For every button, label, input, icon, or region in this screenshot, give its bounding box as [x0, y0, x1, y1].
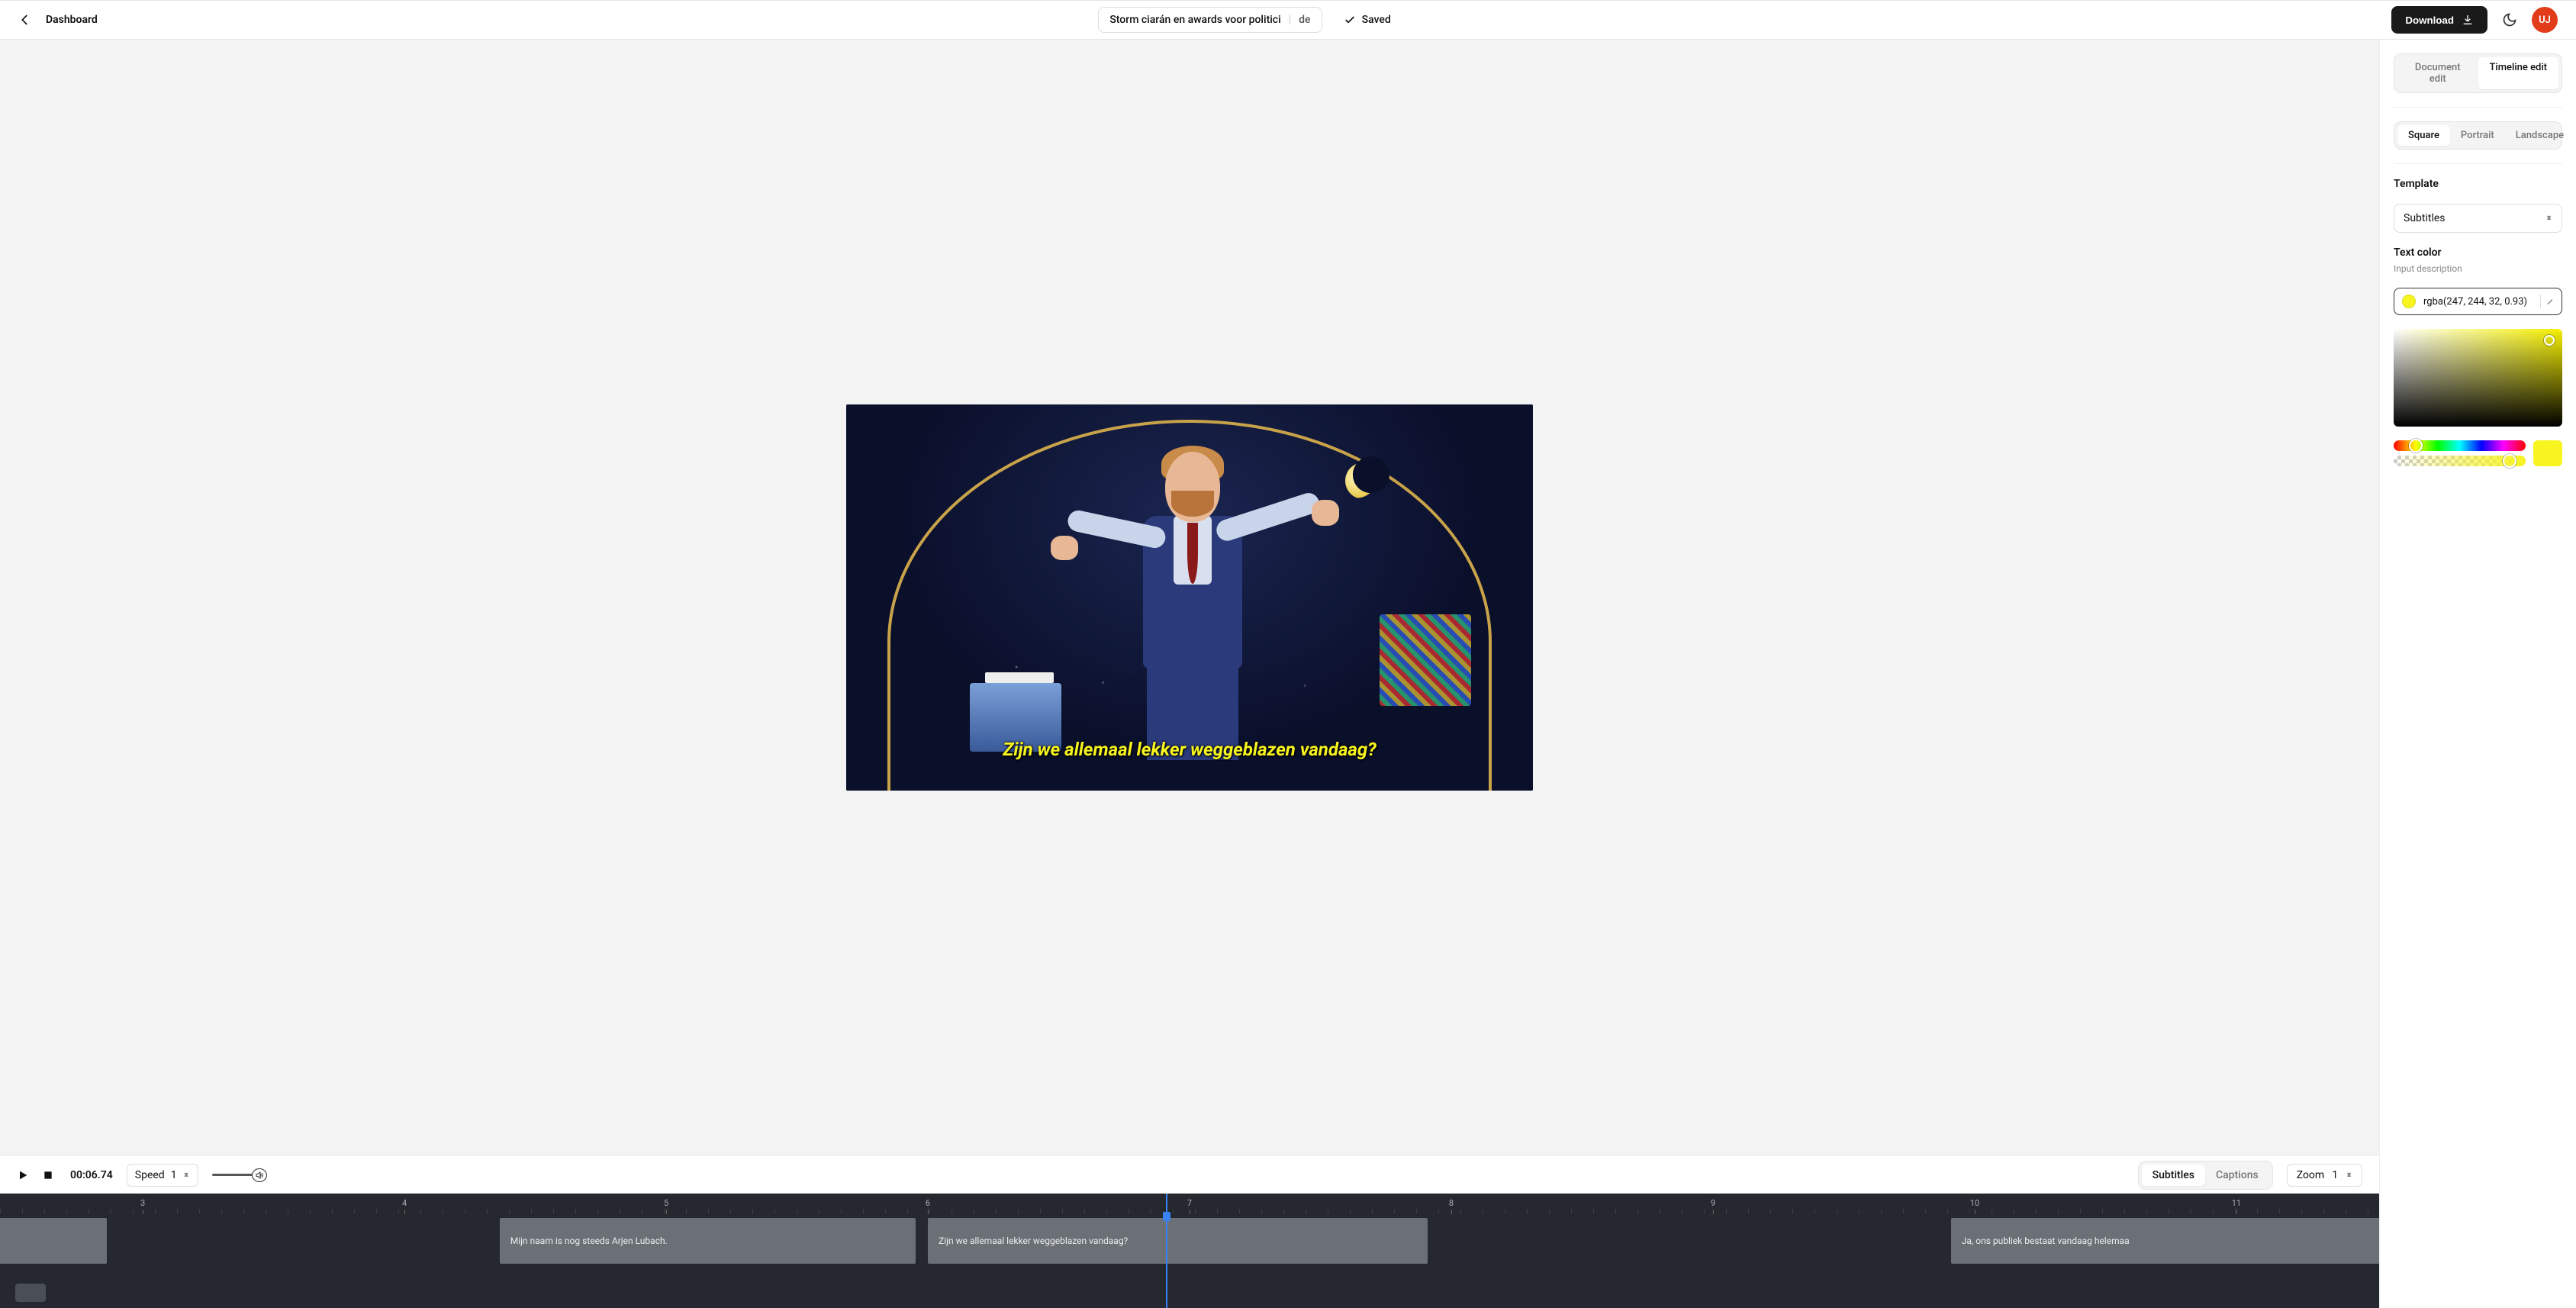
text-color-label: Text color [2394, 246, 2562, 259]
timeline[interactable]: 3 4 5 6 7 8 9 10 11 Mijn naam is nog steeds Arje… [0, 1194, 2379, 1308]
tab-document-edit[interactable]: Document edit [2397, 57, 2478, 89]
divider [2394, 163, 2562, 164]
volume-control[interactable] [212, 1174, 266, 1176]
subtitle-overlay: Zijn we allemaal lekker weggeblazen vand… [846, 739, 1533, 760]
timeline-clips: Mijn naam is nog steeds Arjen Lubach. Zij… [0, 1218, 2379, 1264]
title-separator: | [1289, 14, 1291, 26]
ruler-tick: 11 [2232, 1198, 2241, 1214]
timeline-ruler: 3 4 5 6 7 8 9 10 11 [0, 1194, 2379, 1213]
hue-marker[interactable] [2409, 439, 2423, 453]
track-type-tabs: Subtitles Captions [2138, 1161, 2273, 1190]
tab-portrait[interactable]: Portrait [2450, 125, 2505, 146]
check-icon [1344, 14, 1356, 26]
color-swatch-icon [2402, 295, 2416, 308]
download-button[interactable]: Download [2391, 6, 2487, 34]
template-select[interactable]: Subtitles ▲▼ [2394, 204, 2562, 233]
theme-toggle-button[interactable] [2501, 11, 2518, 28]
saved-label: Saved [1362, 14, 1391, 26]
volume-knob[interactable] [252, 1168, 267, 1182]
ruler-tick: 3 [140, 1198, 145, 1214]
ruler-tick: 4 [402, 1198, 407, 1214]
volume-icon [255, 1171, 264, 1180]
video-preview-wrap: Zijn we allemaal lekker weggeblazen vand… [0, 40, 2379, 1155]
top-bar: Dashboard Storm ciarán en awards voor po… [0, 0, 2576, 40]
project-title: Storm ciarán en awards voor politici [1109, 14, 1280, 26]
speed-value: 1 [171, 1169, 177, 1181]
project-language: de [1299, 14, 1310, 26]
pencil-icon [2547, 296, 2554, 307]
alpha-slider[interactable] [2394, 456, 2526, 466]
text-color-value[interactable]: rgba(247, 244, 32, 0.93) [2423, 296, 2533, 308]
subtitle-clip[interactable]: Ja, ons publiek bestaat vandaag helemaa [1951, 1218, 2379, 1264]
speed-label: Speed [135, 1169, 165, 1181]
tab-captions[interactable]: Captions [2205, 1165, 2269, 1186]
tab-timeline-edit[interactable]: Timeline edit [2478, 57, 2559, 89]
zoom-value: 1 [2332, 1169, 2338, 1181]
text-color-input[interactable]: rgba(247, 244, 32, 0.93) [2394, 288, 2562, 315]
ruler-tick: 6 [926, 1198, 930, 1214]
tab-landscape[interactable]: Landscape [2505, 125, 2574, 146]
tab-subtitles[interactable]: Subtitles [2142, 1165, 2205, 1186]
topbar-center: Storm ciarán en awards voor politici | d… [111, 7, 2378, 33]
hue-slider[interactable] [2394, 440, 2526, 451]
video-placeholder-host [1093, 440, 1292, 760]
ruler-tick: 10 [1970, 1198, 1979, 1214]
edit-color-button[interactable] [2540, 295, 2554, 308]
timeline-ghost-clip[interactable] [15, 1284, 46, 1302]
ruler-tick: 9 [1711, 1198, 1715, 1214]
edit-mode-tabs: Document edit Timeline edit [2394, 53, 2562, 93]
text-color-description: Input description [2394, 263, 2562, 274]
project-title-box[interactable]: Storm ciarán en awards voor politici | d… [1098, 7, 1322, 33]
volume-track[interactable] [212, 1174, 266, 1176]
ruler-tick: 5 [664, 1198, 668, 1214]
stop-button[interactable] [43, 1170, 53, 1181]
alpha-marker[interactable] [2503, 454, 2516, 468]
ruler-tick: 7 [1187, 1198, 1192, 1214]
play-button[interactable] [17, 1169, 29, 1181]
dashboard-link[interactable]: Dashboard [46, 14, 98, 26]
color-picker-saturation[interactable] [2394, 329, 2562, 427]
play-icon [17, 1169, 29, 1181]
avatar[interactable]: UJ [2532, 7, 2558, 33]
divider [2394, 107, 2562, 108]
saved-indicator: Saved [1344, 14, 1391, 26]
main: Zijn we allemaal lekker weggeblazen vand… [0, 40, 2576, 1308]
tab-square[interactable]: Square [2397, 125, 2450, 146]
zoom-label: Zoom [2297, 1169, 2325, 1181]
sv-marker[interactable] [2544, 335, 2555, 346]
color-preview-swatch [2533, 440, 2562, 466]
subtitle-clip[interactable]: Zijn we allemaal lekker weggeblazen vand… [928, 1218, 1428, 1264]
subtitle-clip[interactable]: Mijn naam is nog steeds Arjen Lubach. [500, 1218, 916, 1264]
color-picker-sliders [2394, 440, 2562, 466]
template-label: Template [2394, 178, 2562, 190]
video-preview[interactable]: Zijn we allemaal lekker weggeblazen vand… [846, 404, 1533, 791]
template-value: Subtitles [2404, 212, 2446, 224]
subtitle-clip[interactable] [0, 1218, 107, 1264]
timecode: 00:06.74 [70, 1169, 113, 1181]
back-arrow-icon[interactable] [18, 13, 32, 27]
playhead[interactable] [1166, 1194, 1167, 1308]
video-placeholder-building [1380, 614, 1471, 706]
right-sidebar: Document edit Timeline edit Square Portr… [2379, 40, 2576, 1308]
zoom-selector[interactable]: Zoom 1 ▲▼ [2287, 1164, 2362, 1187]
stop-icon [43, 1170, 53, 1181]
playback-controls: 00:06.74 Speed 1 ▲▼ Subtitles Captions Z… [0, 1155, 2379, 1194]
ruler-tick: 8 [1449, 1198, 1454, 1214]
moon-icon [2502, 12, 2517, 27]
aspect-ratio-tabs: Square Portrait Landscape [2394, 121, 2562, 150]
speed-selector[interactable]: Speed 1 ▲▼ [127, 1164, 198, 1187]
download-label: Download [2405, 14, 2454, 26]
download-icon [2462, 14, 2474, 26]
canvas-column: Zijn we allemaal lekker weggeblazen vand… [0, 40, 2379, 1308]
